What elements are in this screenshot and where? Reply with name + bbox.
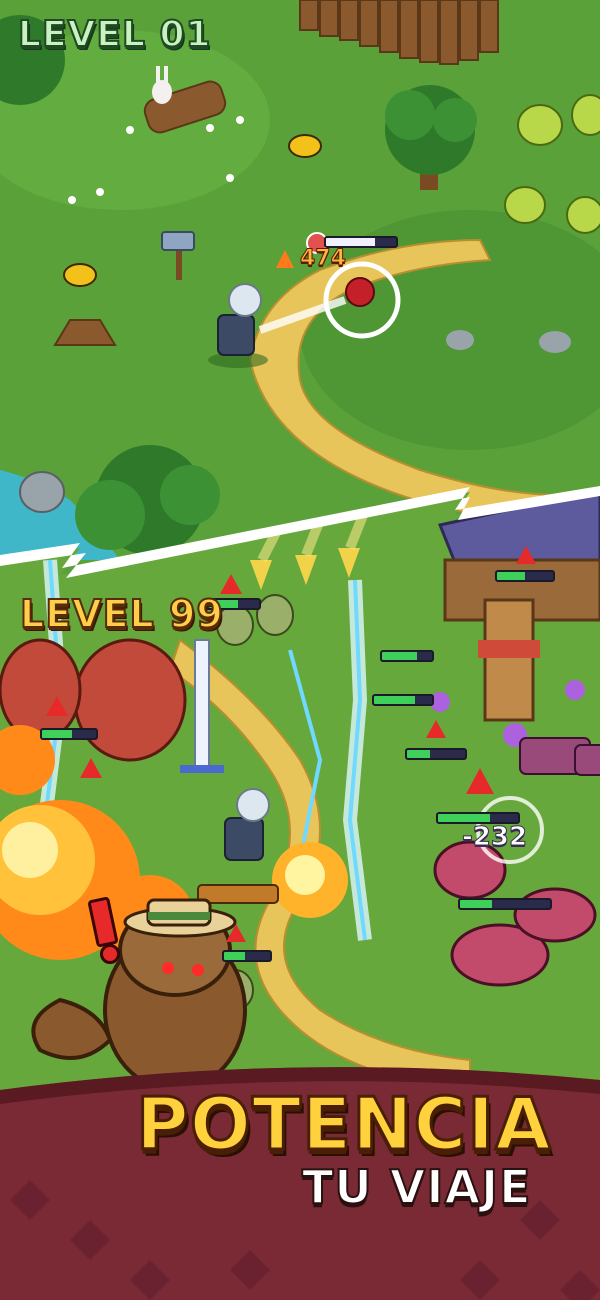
level-label-bottom: LEVEL 99 xyxy=(19,591,224,637)
warning-triangle-icon xyxy=(516,546,536,564)
alert-exclamation-dot-icon xyxy=(100,944,120,964)
warning-triangle-icon xyxy=(80,758,102,778)
hp-bar xyxy=(40,728,98,740)
hp-bar xyxy=(372,694,434,706)
warning-triangle-icon xyxy=(466,768,494,794)
hp-bar xyxy=(458,898,552,910)
warning-triangle-icon xyxy=(46,696,68,716)
hp-bar xyxy=(495,570,555,582)
hp-bar xyxy=(405,748,467,760)
warning-triangle-icon xyxy=(426,720,446,738)
damage-number-negative: -232 xyxy=(461,822,528,853)
headline: POTENCIA xyxy=(135,1081,553,1168)
warning-triangle-icon xyxy=(220,574,242,594)
hp-bar xyxy=(222,950,272,962)
warning-triangle-icon xyxy=(226,924,246,942)
hp-bar xyxy=(380,650,434,662)
subtitle: TU VIAJE xyxy=(301,1159,532,1215)
